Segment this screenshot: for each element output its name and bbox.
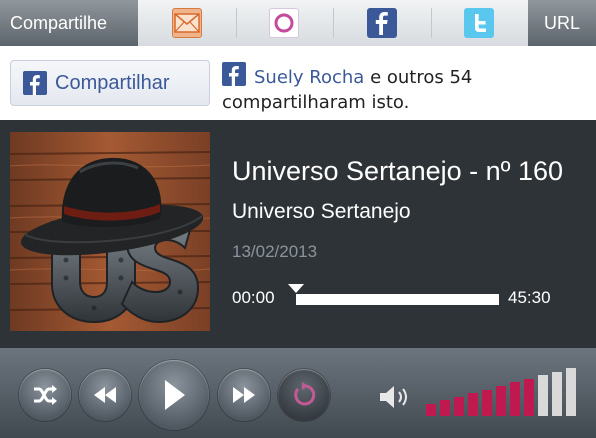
player-controls bbox=[0, 348, 596, 438]
volume-bar[interactable] bbox=[482, 389, 492, 416]
share-label: Compartilhe bbox=[0, 0, 138, 46]
volume-bar[interactable] bbox=[566, 368, 576, 416]
volume-bar[interactable] bbox=[454, 396, 464, 416]
facebook-share-label: Compartilhar bbox=[55, 71, 170, 94]
volume-bar[interactable] bbox=[440, 400, 450, 416]
friend-name-link[interactable]: Suely Rocha bbox=[254, 67, 364, 88]
track-artist: Universo Sertanejo bbox=[232, 200, 411, 223]
album-cover bbox=[10, 132, 210, 331]
rewind-button[interactable] bbox=[79, 369, 131, 421]
orkut-icon bbox=[269, 8, 300, 38]
volume-bar[interactable] bbox=[426, 404, 436, 416]
volume-control[interactable] bbox=[378, 348, 588, 438]
speaker-icon bbox=[380, 386, 407, 408]
share-bar: Compartilhe URL bbox=[0, 0, 596, 46]
facebook-icon bbox=[366, 8, 397, 38]
twitter-icon bbox=[464, 8, 495, 38]
url-button[interactable]: URL bbox=[528, 0, 596, 46]
share-twitter-button[interactable] bbox=[430, 0, 529, 46]
repeat-button[interactable] bbox=[278, 369, 330, 421]
volume-bar[interactable] bbox=[496, 386, 506, 416]
progress-handle[interactable] bbox=[288, 284, 304, 293]
email-icon bbox=[171, 8, 202, 38]
volume-bar[interactable] bbox=[510, 382, 520, 416]
play-button[interactable] bbox=[139, 360, 209, 430]
facebook-share-row: Compartilhar Suely Rocha e outros 54 com… bbox=[0, 46, 596, 120]
shuffle-button[interactable] bbox=[19, 369, 71, 421]
share-email-button[interactable] bbox=[138, 0, 236, 46]
total-time: 45:30 bbox=[508, 288, 551, 307]
facebook-icon bbox=[23, 71, 47, 95]
current-time: 00:00 bbox=[232, 288, 275, 307]
volume-bar[interactable] bbox=[524, 378, 534, 416]
volume-bar[interactable] bbox=[538, 375, 548, 416]
volume-bar[interactable] bbox=[468, 393, 478, 416]
share-icons bbox=[138, 0, 528, 46]
share-facebook-button[interactable] bbox=[333, 0, 431, 46]
facebook-social-text: Suely Rocha e outros 54 compartilharam i… bbox=[222, 62, 592, 115]
forward-button[interactable] bbox=[218, 369, 270, 421]
player-panel: Universo Sertanejo - nº 160 Universo Ser… bbox=[0, 120, 596, 348]
volume-bar[interactable] bbox=[552, 371, 562, 416]
repeat-icon bbox=[294, 382, 316, 406]
facebook-icon bbox=[222, 62, 246, 86]
share-orkut-button[interactable] bbox=[235, 0, 334, 46]
facebook-share-button[interactable]: Compartilhar bbox=[10, 60, 210, 106]
play-icon bbox=[165, 380, 185, 410]
forward-icon bbox=[233, 387, 255, 403]
progress-bar[interactable] bbox=[296, 294, 499, 305]
rewind-icon bbox=[94, 387, 116, 403]
track-title: Universo Sertanejo - nº 160 bbox=[232, 156, 564, 186]
track-date: 13/02/2013 bbox=[232, 242, 318, 261]
shuffle-icon bbox=[34, 385, 57, 405]
